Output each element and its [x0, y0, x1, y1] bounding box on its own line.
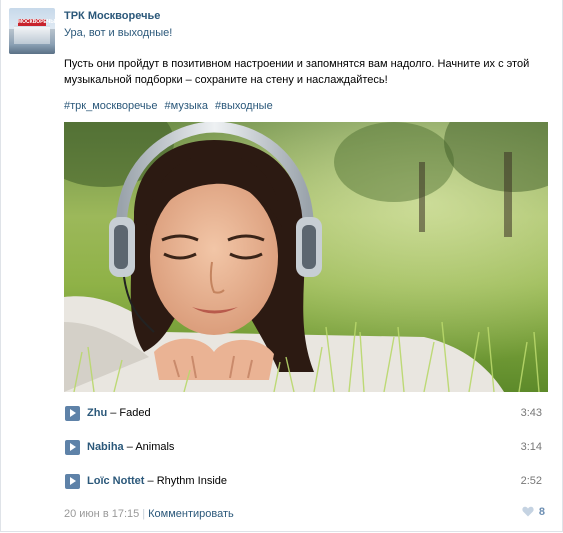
post-subtitle: Ура, вот и выходные! [64, 27, 173, 39]
track-name: Zhu – Faded [87, 407, 151, 419]
avatar-sign: МОСКВОРЕЧЬЕ [18, 19, 55, 26]
track-duration: 2:52 [520, 475, 542, 487]
like-button[interactable]: 8 [522, 506, 545, 520]
post-author-link[interactable]: ТРК Москворечье [64, 10, 160, 22]
post-text: Пусть они пройдут в позитивном настроени… [64, 58, 530, 86]
audio-track[interactable]: Loïc Nottet – Rhythm Inside 2:52 [64, 472, 544, 492]
play-icon[interactable] [65, 406, 80, 421]
audio-track[interactable]: Nabiha – Animals 3:14 [64, 438, 544, 458]
track-duration: 3:14 [520, 441, 542, 453]
track-dash: – [144, 475, 157, 487]
avatar-street-image [9, 44, 55, 54]
footer-separator: | [142, 508, 146, 520]
play-icon[interactable] [65, 440, 80, 455]
heart-icon [522, 506, 534, 520]
woman-with-headphones-photo [64, 122, 548, 392]
track-title: Rhythm Inside [156, 475, 227, 487]
track-dash: – [123, 441, 136, 453]
track-artist-link[interactable]: Nabiha [87, 441, 124, 453]
hashtag-link[interactable]: #выходные [215, 100, 273, 112]
track-title: Faded [119, 407, 151, 419]
community-avatar[interactable]: МОСКВОРЕЧЬЕ [9, 8, 55, 54]
track-artist-link[interactable]: Zhu [87, 407, 107, 419]
track-dash: – [107, 407, 120, 419]
avatar-building-image [14, 25, 50, 45]
track-name: Loïc Nottet – Rhythm Inside [87, 475, 227, 487]
track-duration: 3:43 [520, 407, 542, 419]
post-footer: 20 июн в 17:15 | Комментировать [64, 508, 234, 520]
track-artist-link[interactable]: Loïc Nottet [87, 475, 144, 487]
track-name: Nabiha – Animals [87, 441, 174, 453]
audio-track[interactable]: Zhu – Faded 3:43 [64, 404, 544, 424]
hashtag-link[interactable]: #трк_москворечье [64, 100, 157, 112]
post-date-link[interactable]: 20 июн в 17:15 [64, 508, 139, 520]
play-icon[interactable] [65, 474, 80, 489]
post-photo[interactable] [64, 122, 548, 392]
hashtag-link[interactable]: #музыка [165, 100, 208, 112]
track-title: Animals [135, 441, 175, 453]
post-hashtags: #трк_москворечье #музыка #выходные [64, 100, 277, 112]
likes-count: 8 [538, 506, 545, 518]
comment-link[interactable]: Комментировать [148, 508, 234, 520]
